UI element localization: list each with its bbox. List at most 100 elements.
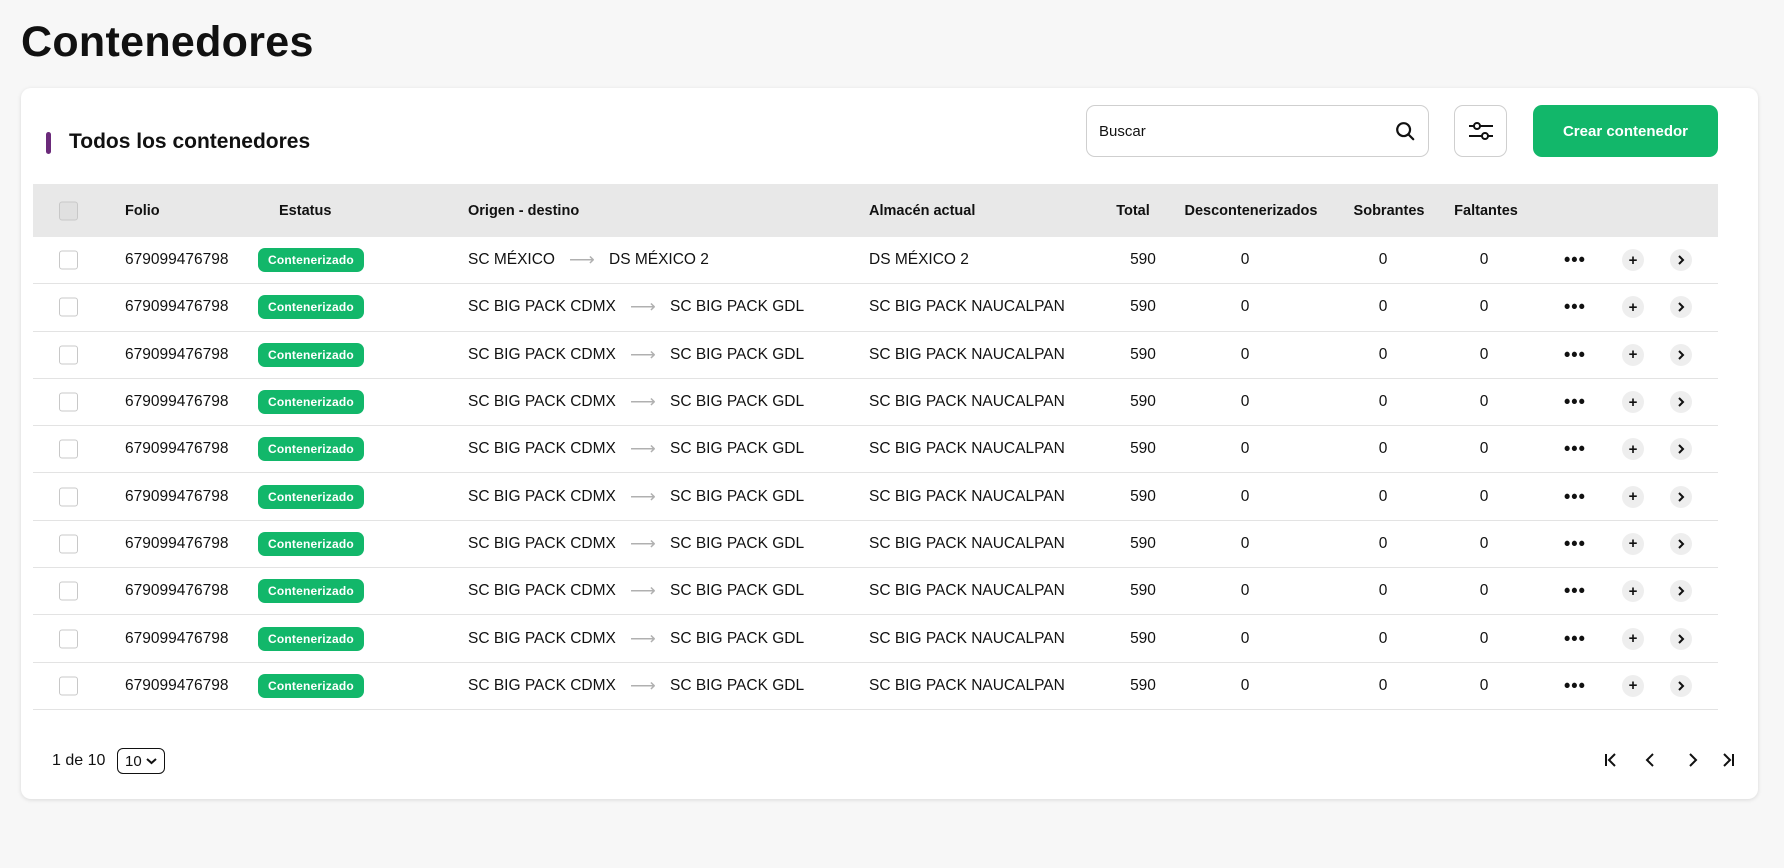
last-page-icon[interactable] bbox=[1720, 752, 1736, 768]
row-checkbox[interactable] bbox=[59, 345, 78, 365]
row-checkbox[interactable] bbox=[59, 629, 78, 649]
row-checkbox[interactable] bbox=[59, 581, 78, 601]
more-horizontal-icon[interactable]: ••• bbox=[1564, 392, 1586, 413]
descontenerizados-cell: 0 bbox=[1240, 393, 1250, 411]
chevron-right-icon[interactable] bbox=[1670, 627, 1692, 650]
table-row[interactable]: 679099476798 Contenerizado SC BIG PACK C… bbox=[33, 379, 1718, 427]
chevron-right-icon[interactable] bbox=[1670, 249, 1692, 272]
column-folio[interactable]: Folio bbox=[125, 203, 160, 219]
plus-icon[interactable]: + bbox=[1622, 296, 1644, 319]
total-cell: 590 bbox=[1130, 298, 1156, 316]
chevron-right-icon[interactable] bbox=[1670, 296, 1692, 319]
destination-cell: SC BIG PACK GDL bbox=[670, 676, 805, 694]
descontenerizados-cell: 0 bbox=[1240, 440, 1250, 458]
row-checkbox[interactable] bbox=[59, 250, 78, 270]
plus-icon[interactable]: + bbox=[1622, 343, 1644, 366]
status-badge: Contenerizado bbox=[258, 531, 364, 556]
faltantes-cell: 0 bbox=[1479, 298, 1489, 316]
table-row[interactable]: 679099476798 Contenerizado SC BIG PACK C… bbox=[33, 521, 1718, 569]
row-checkbox[interactable] bbox=[59, 676, 78, 696]
total-cell: 590 bbox=[1130, 534, 1156, 552]
arrow-right-icon: ⟶ bbox=[630, 438, 656, 459]
warehouse-cell: SC BIG PACK NAUCALPAN bbox=[869, 534, 1065, 552]
more-horizontal-icon[interactable]: ••• bbox=[1564, 533, 1586, 554]
total-cell: 590 bbox=[1130, 393, 1156, 411]
chevron-right-icon[interactable] bbox=[1670, 580, 1692, 603]
table-row[interactable]: 679099476798 Contenerizado SC MÉXICO ⟶ D… bbox=[33, 237, 1718, 285]
arrow-right-icon: ⟶ bbox=[630, 391, 656, 412]
folio-cell: 679099476798 bbox=[125, 393, 229, 411]
status-badge: Contenerizado bbox=[258, 295, 364, 320]
table-row[interactable]: 679099476798 Contenerizado SC BIG PACK C… bbox=[33, 426, 1718, 474]
status-badge: Contenerizado bbox=[258, 673, 364, 698]
more-horizontal-icon[interactable]: ••• bbox=[1564, 675, 1586, 696]
plus-icon[interactable]: + bbox=[1622, 627, 1644, 650]
filter-button[interactable] bbox=[1454, 105, 1507, 157]
containers-card: Todos los contenedores Crear contenedor … bbox=[21, 88, 1758, 799]
descontenerizados-cell: 0 bbox=[1240, 582, 1250, 600]
folio-cell: 679099476798 bbox=[125, 487, 229, 505]
status-badge: Contenerizado bbox=[258, 342, 364, 367]
table-row[interactable]: 679099476798 Contenerizado SC BIG PACK C… bbox=[33, 473, 1718, 521]
more-horizontal-icon[interactable]: ••• bbox=[1564, 250, 1586, 271]
plus-icon[interactable]: + bbox=[1622, 532, 1644, 555]
column-estatus[interactable]: Estatus bbox=[279, 203, 331, 219]
more-horizontal-icon[interactable]: ••• bbox=[1564, 344, 1586, 365]
table-body: 679099476798 Contenerizado SC MÉXICO ⟶ D… bbox=[33, 237, 1718, 710]
search-icon[interactable] bbox=[1394, 120, 1416, 142]
table-row[interactable]: 679099476798 Contenerizado SC BIG PACK C… bbox=[33, 663, 1718, 710]
chevron-right-icon[interactable] bbox=[1670, 438, 1692, 461]
table-row[interactable]: 679099476798 Contenerizado SC BIG PACK C… bbox=[33, 615, 1718, 663]
warehouse-cell: SC BIG PACK NAUCALPAN bbox=[869, 298, 1065, 316]
more-horizontal-icon[interactable]: ••• bbox=[1564, 297, 1586, 318]
origin-cell: SC MÉXICO bbox=[468, 251, 555, 269]
column-faltantes[interactable]: Faltantes bbox=[1454, 203, 1518, 219]
column-origen-destino[interactable]: Origen - destino bbox=[468, 203, 579, 219]
plus-icon[interactable]: + bbox=[1622, 391, 1644, 414]
chevron-right-icon[interactable] bbox=[1670, 343, 1692, 366]
prev-page-icon[interactable] bbox=[1643, 752, 1659, 768]
column-descontenerizados[interactable]: Descontenerizados bbox=[1185, 203, 1318, 219]
chevron-right-icon[interactable] bbox=[1670, 532, 1692, 555]
plus-icon[interactable]: + bbox=[1622, 438, 1644, 461]
search-box[interactable] bbox=[1086, 105, 1429, 157]
search-input[interactable] bbox=[1099, 122, 1394, 140]
create-container-button[interactable]: Crear contenedor bbox=[1533, 105, 1718, 157]
plus-icon[interactable]: + bbox=[1622, 485, 1644, 508]
first-page-icon[interactable] bbox=[1603, 752, 1619, 768]
chevron-right-icon[interactable] bbox=[1670, 485, 1692, 508]
table-row[interactable]: 679099476798 Contenerizado SC BIG PACK C… bbox=[33, 284, 1718, 332]
sobrantes-cell: 0 bbox=[1378, 676, 1388, 694]
descontenerizados-cell: 0 bbox=[1240, 345, 1250, 363]
chevron-right-icon[interactable] bbox=[1670, 674, 1692, 697]
column-total[interactable]: Total bbox=[1116, 203, 1150, 219]
row-checkbox[interactable] bbox=[59, 534, 78, 554]
table-row[interactable]: 679099476798 Contenerizado SC BIG PACK C… bbox=[33, 568, 1718, 616]
row-checkbox[interactable] bbox=[59, 297, 78, 317]
plus-icon[interactable]: + bbox=[1622, 674, 1644, 697]
total-cell: 590 bbox=[1130, 582, 1156, 600]
plus-icon[interactable]: + bbox=[1622, 580, 1644, 603]
more-horizontal-icon[interactable]: ••• bbox=[1564, 486, 1586, 507]
more-horizontal-icon[interactable]: ••• bbox=[1564, 581, 1586, 602]
page-size-select[interactable]: 10 bbox=[117, 748, 165, 774]
row-checkbox[interactable] bbox=[59, 392, 78, 412]
arrow-right-icon: ⟶ bbox=[630, 486, 656, 507]
faltantes-cell: 0 bbox=[1479, 345, 1489, 363]
descontenerizados-cell: 0 bbox=[1240, 676, 1250, 694]
faltantes-cell: 0 bbox=[1479, 582, 1489, 600]
column-sobrantes[interactable]: Sobrantes bbox=[1354, 203, 1425, 219]
table-header: Folio Estatus Origen - destino Almacén a… bbox=[33, 184, 1718, 237]
table-row[interactable]: 679099476798 Contenerizado SC BIG PACK C… bbox=[33, 332, 1718, 379]
row-checkbox[interactable] bbox=[59, 487, 78, 507]
more-horizontal-icon[interactable]: ••• bbox=[1564, 628, 1586, 649]
row-checkbox[interactable] bbox=[59, 439, 78, 459]
warehouse-cell: SC BIG PACK NAUCALPAN bbox=[869, 629, 1065, 647]
next-page-icon[interactable] bbox=[1684, 752, 1700, 768]
select-all-checkbox[interactable] bbox=[59, 201, 78, 220]
faltantes-cell: 0 bbox=[1479, 676, 1489, 694]
more-horizontal-icon[interactable]: ••• bbox=[1564, 439, 1586, 460]
column-almacen-actual[interactable]: Almacén actual bbox=[869, 203, 975, 219]
chevron-right-icon[interactable] bbox=[1670, 391, 1692, 414]
plus-icon[interactable]: + bbox=[1622, 249, 1644, 272]
